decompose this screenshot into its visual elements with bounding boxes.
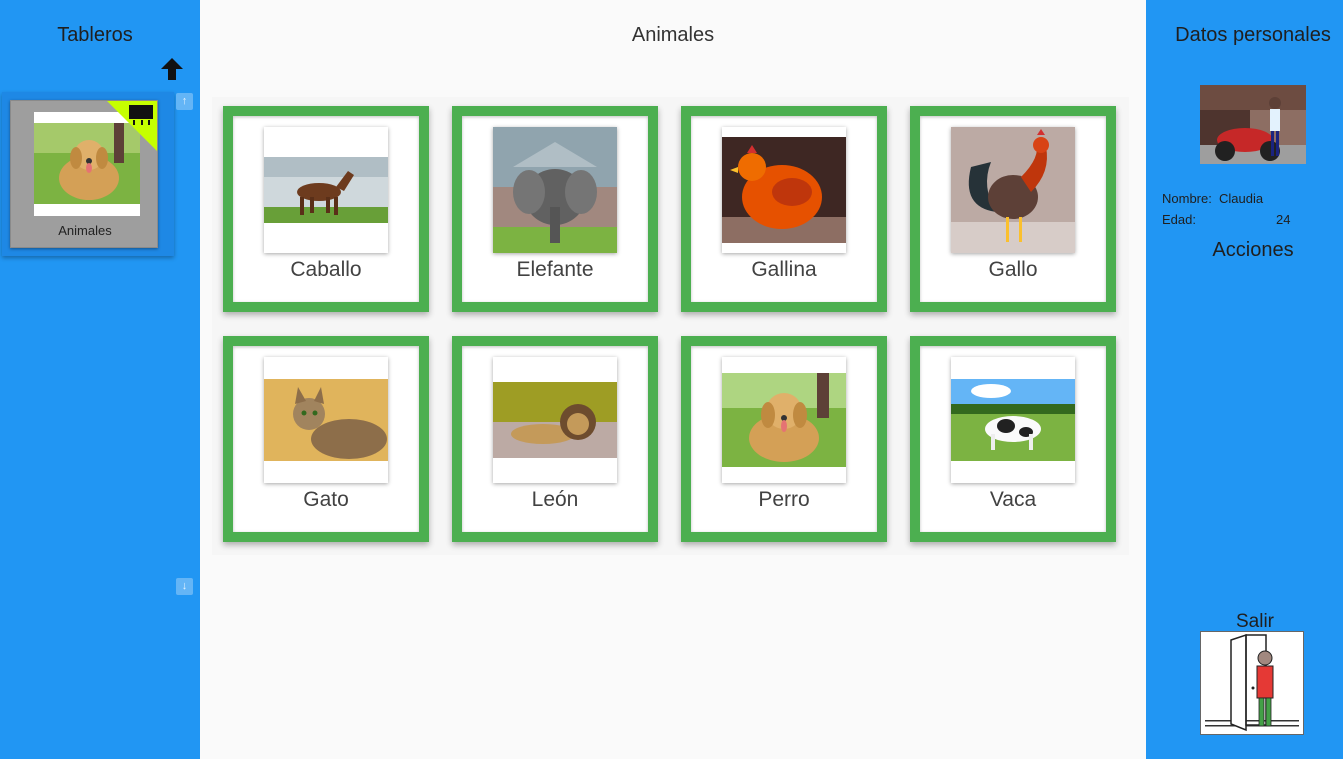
cell-vaca[interactable]: Vaca: [910, 336, 1116, 542]
profile-picture-icon: [1200, 85, 1306, 164]
cell-caballo[interactable]: Caballo: [223, 106, 429, 312]
cell-leon[interactable]: León: [452, 336, 658, 542]
board-grid: Caballo Elefante Gallina Gallo Gato León…: [212, 97, 1129, 555]
cell-label: Elefante: [516, 258, 594, 281]
cow-picture-icon: [951, 357, 1075, 483]
age-label: Edad:: [1162, 212, 1196, 227]
rooster-picture-icon: [951, 127, 1075, 253]
cell-label: Perro: [758, 488, 810, 511]
board-corner-badge-icon: [107, 101, 157, 151]
elephant-picture-icon: [493, 127, 617, 253]
up-arrow-icon[interactable]: [159, 56, 185, 82]
personal-data-sidebar: Datos personales Nombre: Claudia Edad: 2…: [1146, 0, 1343, 759]
cell-gallo[interactable]: Gallo: [910, 106, 1116, 312]
board-title: Animales: [631, 24, 715, 46]
name-value: Claudia: [1219, 191, 1264, 206]
cell-gato[interactable]: Gato: [223, 336, 429, 542]
exit-button[interactable]: [1200, 631, 1304, 735]
dog-picture-icon: [722, 357, 846, 483]
cell-perro[interactable]: Perro: [681, 336, 887, 542]
profile-photo: [1200, 85, 1306, 164]
cell-elefante[interactable]: Elefante: [452, 106, 658, 312]
boards-sidebar: Tableros Animales ↑ ↓: [0, 0, 200, 759]
cell-label: Caballo: [290, 258, 362, 281]
cell-label: Vaca: [989, 488, 1037, 511]
cell-label: Gallina: [751, 258, 817, 281]
hen-picture-icon: [722, 127, 846, 253]
board-label: Animales: [58, 223, 112, 238]
cell-label: León: [531, 488, 579, 511]
personal-data-title: Datos personales: [1175, 24, 1331, 46]
lion-picture-icon: [493, 357, 617, 483]
cell-label: Gallo: [988, 258, 1038, 281]
age-value: 24: [1276, 212, 1291, 227]
cell-label: Gato: [303, 488, 349, 511]
boards-title: Tableros: [57, 24, 133, 46]
scroll-down-button[interactable]: ↓: [176, 578, 193, 595]
board-card[interactable]: Animales: [10, 100, 158, 248]
scroll-up-button[interactable]: ↑: [176, 93, 193, 110]
horse-picture-icon: [264, 127, 388, 253]
name-label: Nombre:: [1162, 191, 1212, 206]
exit-label: Salir: [1236, 611, 1275, 632]
actions-title: Acciones: [1212, 239, 1294, 261]
cell-gallina[interactable]: Gallina: [681, 106, 887, 312]
exit-door-icon: [1205, 633, 1299, 732]
board-item-animales[interactable]: Animales: [2, 92, 174, 256]
cat-picture-icon: [264, 357, 388, 483]
